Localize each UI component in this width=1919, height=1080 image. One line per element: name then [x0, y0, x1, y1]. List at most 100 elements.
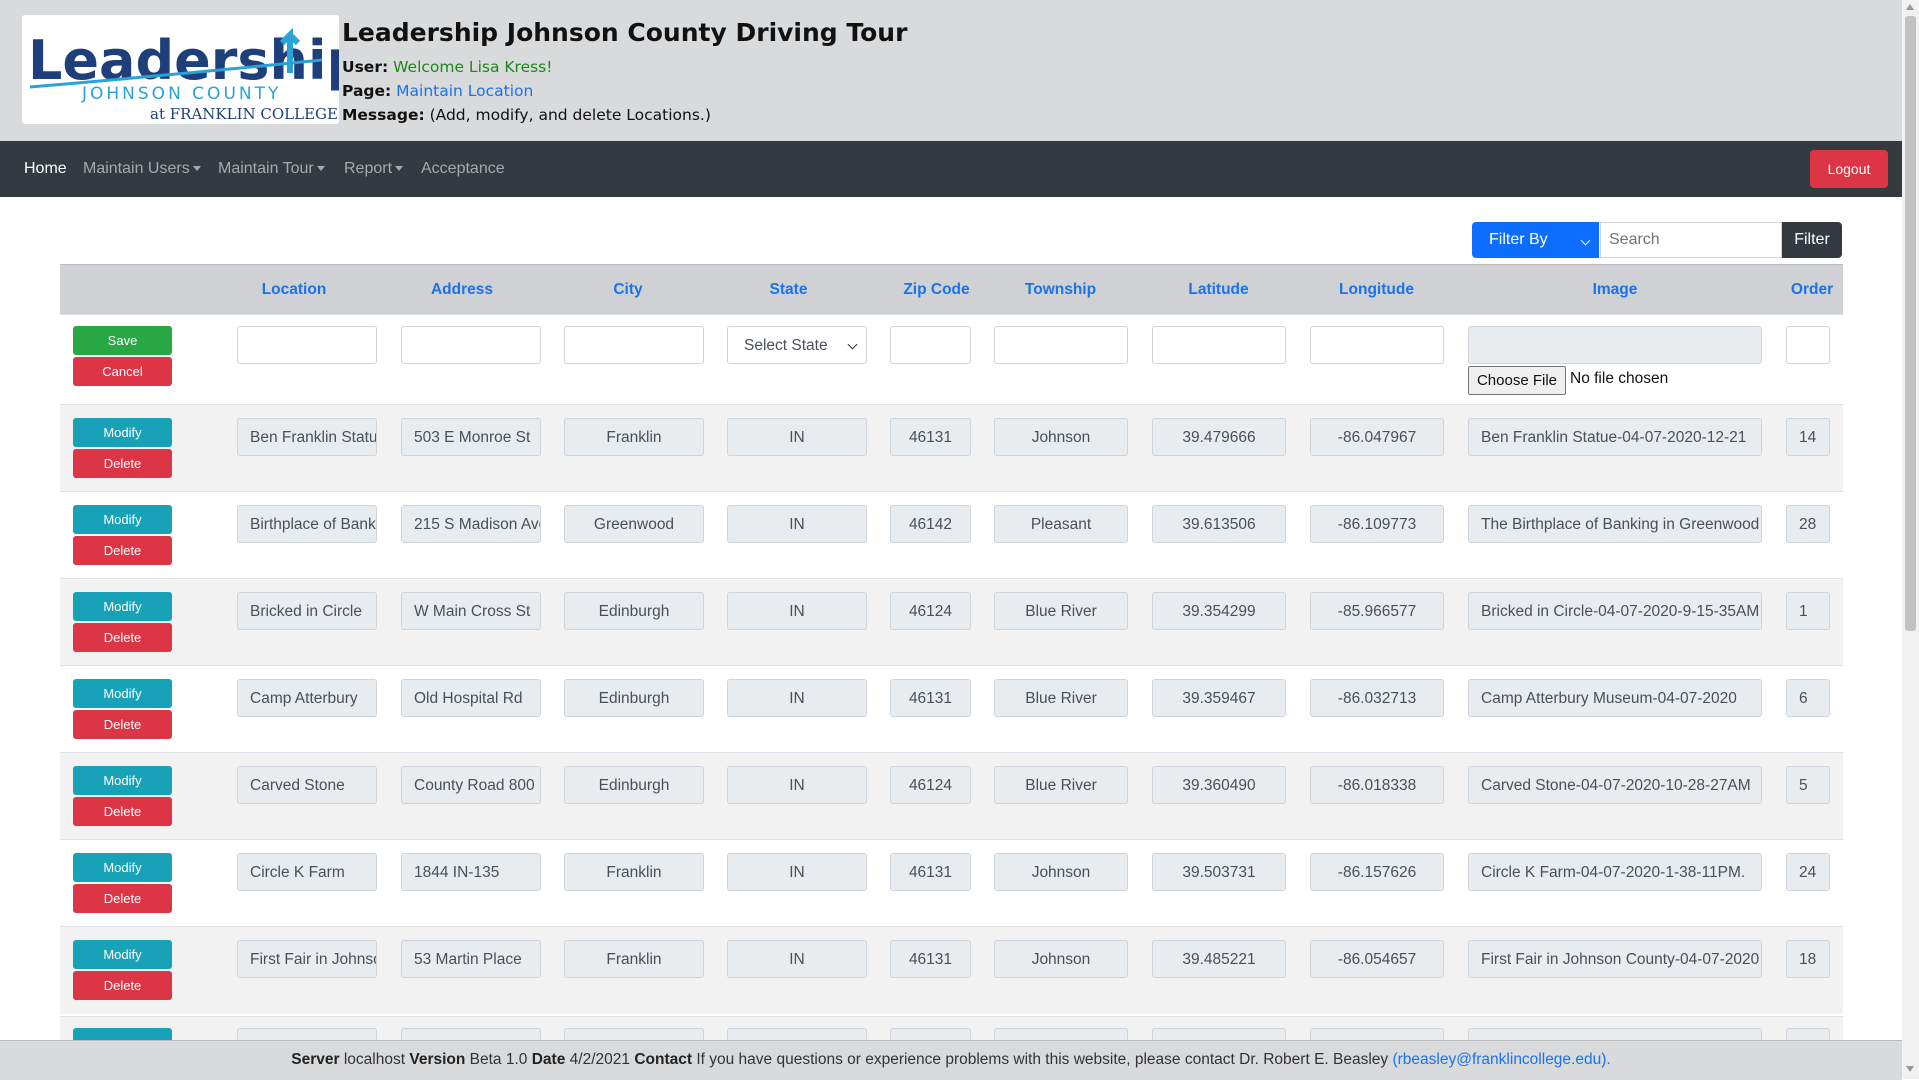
delete-button[interactable]: Delete [73, 623, 172, 652]
new-township-input[interactable] [994, 326, 1128, 364]
contact-email-link[interactable]: (rbeasley@franklincollege.edu). [1392, 1051, 1610, 1068]
col-address: Address [430, 281, 494, 298]
modify-button[interactable]: Modify [73, 592, 172, 621]
order-cell: 14 [1786, 418, 1830, 456]
new-longitude-input[interactable] [1310, 326, 1444, 364]
modify-button[interactable]: Modify [73, 418, 172, 447]
nav-maintain-users-label: Maintain Users [83, 160, 190, 177]
filter-by-select[interactable]: Filter By [1472, 222, 1599, 258]
modify-button[interactable]: Modify [73, 679, 172, 708]
latitude-cell: 39.503731 [1152, 853, 1286, 891]
state-cell: IN [727, 418, 867, 456]
modify-button[interactable]: Modify [73, 766, 172, 795]
delete-button[interactable]: Delete [73, 797, 172, 826]
state-cell: IN [727, 679, 867, 717]
delete-button[interactable]: Delete [73, 884, 172, 913]
table-row: Modify Delete Carved Stone County Road 800 E… [60, 752, 1843, 840]
new-city-input[interactable] [564, 326, 704, 364]
table-row: Modify Delete Circle K Farm 1844 IN-135 Fran… [60, 839, 1843, 927]
nav-report[interactable]: Report [344, 141, 404, 197]
zip-cell: 46124 [890, 592, 971, 630]
latitude-cell: 39.359467 [1152, 679, 1286, 717]
table-header: Location Address City State Zip Code Tow… [60, 264, 1843, 315]
image-cell: Ben Franklin Statue-04-07-2020-12-21 [1468, 418, 1762, 456]
delete-button[interactable]: Delete [73, 449, 172, 478]
township-cell: Johnson [994, 418, 1128, 456]
filter-button[interactable]: Filter [1782, 222, 1842, 258]
modify-button[interactable]: Modify [73, 853, 172, 882]
city-cell: Franklin [564, 418, 704, 456]
latitude-cell: 39.354299 [1152, 592, 1286, 630]
delete-button[interactable]: Delete [73, 536, 172, 565]
location-cell: Circle K Farm [237, 853, 377, 891]
zip-cell: 46131 [890, 679, 971, 717]
page-header: Leadership JOHNSON COUNTY at FRANKLIN CO… [0, 0, 1902, 141]
message-text: (Add, modify, and delete Locations.) [429, 106, 711, 124]
location-cell: Ben Franklin Statue [237, 418, 377, 456]
table-row: Modify Delete Ben Franklin Statue 503 E Mon… [60, 404, 1843, 492]
new-state-select[interactable]: Select State [727, 326, 867, 364]
state-cell: IN [727, 940, 867, 978]
choose-file-button[interactable]: Choose File [1468, 366, 1566, 395]
caret-down-icon [192, 166, 201, 172]
city-cell: Franklin [564, 853, 704, 891]
modify-button[interactable]: Modify [73, 940, 172, 969]
image-cell: Carved Stone-04-07-2020-10-28-27AM [1468, 766, 1762, 804]
page-footer: Server localhost Version Beta 1.0 Date 4… [0, 1040, 1902, 1080]
table-row [60, 1016, 1843, 1041]
table-row: ModifyDelete Birthplace of Banking 215 S M… [60, 491, 1843, 579]
longitude-cell: -86.047967 [1310, 418, 1444, 456]
table-row: Modify Delete Bricked in Circle W Main Cros… [60, 578, 1843, 666]
latitude-cell: 39.485221 [1152, 940, 1286, 978]
scroll-down-icon[interactable] [1906, 1066, 1914, 1072]
image-cell: Circle K Farm-04-07-2020-1-38-11PM. [1468, 853, 1762, 891]
svg-text:JOHNSON COUNTY: JOHNSON COUNTY [81, 84, 281, 104]
image-cell: The Birthplace of Banking in Greenwood [1468, 505, 1762, 543]
township-cell: Johnson [994, 940, 1128, 978]
table-row: Modify Delete Camp Atterbury Old Hospital R… [60, 665, 1843, 753]
modify-button[interactable]: Modify [73, 505, 172, 534]
longitude-cell: -86.054657 [1310, 940, 1444, 978]
longitude-cell: -86.032713 [1310, 679, 1444, 717]
site-title: Leadership Johnson County Driving Tour [342, 18, 908, 47]
nav-maintain-users[interactable]: Maintain Users [83, 141, 201, 197]
logout-button[interactable]: Logout [1810, 150, 1888, 188]
nav-maintain-tour[interactable]: Maintain Tour [218, 141, 325, 197]
table-row: ModifyDelete First Fair in Johnson County… [60, 926, 1843, 1014]
nav-home[interactable]: Home [24, 141, 67, 197]
server-label: Server [291, 1051, 340, 1068]
city-cell: Greenwood [564, 505, 704, 543]
new-latitude-input[interactable] [1152, 326, 1286, 364]
user-label: User: [342, 58, 389, 76]
township-cell: Blue River [994, 592, 1128, 630]
address-cell: W Main Cross St [401, 592, 541, 630]
nav-acceptance[interactable]: Acceptance [421, 141, 505, 197]
location-cell: Camp Atterbury [237, 679, 377, 717]
caret-down-icon [395, 166, 404, 172]
col-latitude: Latitude [1188, 281, 1249, 298]
search-input[interactable] [1600, 222, 1782, 258]
save-button[interactable]: Save [73, 326, 172, 355]
new-image-input[interactable] [1468, 326, 1762, 364]
scroll-thumb[interactable] [1905, 16, 1916, 631]
server-value: localhost [343, 1051, 406, 1068]
new-order-input[interactable] [1786, 326, 1830, 364]
scroll-up-icon[interactable] [1906, 4, 1914, 10]
page-scrollbar[interactable] [1902, 0, 1919, 1079]
page-line: Page: Maintain Location [342, 79, 907, 103]
new-location-input[interactable] [237, 326, 377, 364]
new-zip-input[interactable] [890, 326, 971, 364]
user-line: User: Welcome Lisa Kress! [342, 55, 907, 79]
latitude-cell: 39.360490 [1152, 766, 1286, 804]
zip-cell: 46131 [890, 853, 971, 891]
city-cell: Edinburgh [564, 766, 704, 804]
city-cell: Franklin [564, 940, 704, 978]
page-label: Page: [342, 82, 392, 100]
col-city: City [613, 281, 643, 298]
cancel-button[interactable]: Cancel [73, 357, 172, 386]
delete-button[interactable]: Delete [73, 710, 172, 739]
new-address-input[interactable] [401, 326, 541, 364]
delete-button[interactable]: Delete [73, 971, 172, 1000]
col-state: State [769, 281, 808, 298]
chevron-down-icon [1580, 235, 1591, 246]
